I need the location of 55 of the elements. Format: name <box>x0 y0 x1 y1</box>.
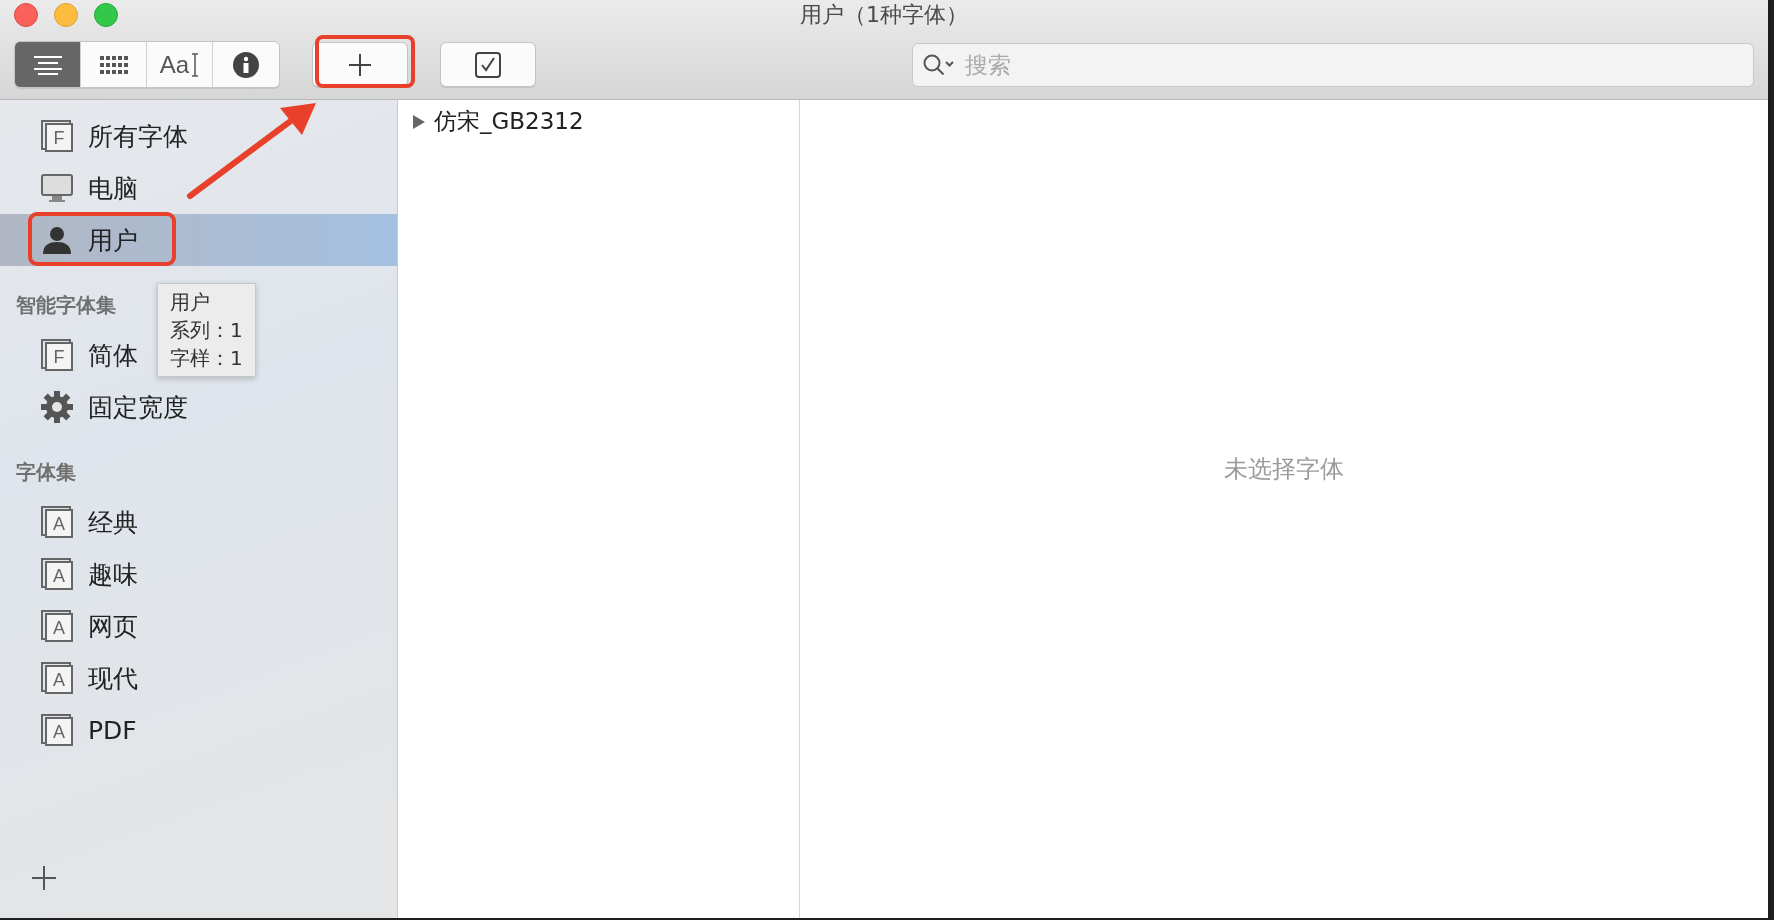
sidebar-item[interactable]: A 网页 <box>0 600 148 652</box>
font-book-icon: F <box>40 119 74 153</box>
checkbox-icon <box>474 50 502 79</box>
search-field[interactable]: 搜索 <box>912 42 1754 87</box>
sidebar-label: 用户 <box>88 224 138 257</box>
sidebar-label: PDF <box>88 715 137 745</box>
gear-icon <box>40 390 74 424</box>
sidebar-label: 所有字体 <box>88 120 188 153</box>
search-icon <box>922 52 956 77</box>
sidebar-label: 趣味 <box>88 558 138 591</box>
sidebar-item[interactable]: A 趣味 <box>0 548 148 600</box>
tooltip-line: 系列：1 <box>170 317 243 344</box>
sidebar-item[interactable]: 电脑 <box>0 162 148 214</box>
sidebar-label: 简体 <box>88 339 138 372</box>
font-collection-icon: A <box>40 713 74 747</box>
sidebar-item[interactable]: A 现代 <box>0 652 148 704</box>
sidebar-label: 经典 <box>88 506 138 539</box>
sidebar-item[interactable]: 固定宽度 <box>0 381 198 433</box>
list-icon <box>33 54 62 75</box>
section-header: 智能字体集 <box>16 292 116 319</box>
close-button[interactable] <box>14 3 38 27</box>
font-family-row[interactable]: 仿宋_GB2312 <box>412 106 785 137</box>
window-title: 用户（1种字体） <box>800 1 968 29</box>
view-button[interactable] <box>213 42 279 87</box>
sidebar-label: 固定宽度 <box>88 391 188 424</box>
sample-label: Aa <box>159 50 190 79</box>
view-button[interactable]: Aa <box>147 42 213 87</box>
font-collection-icon: A <box>40 505 74 539</box>
text-cursor-icon <box>191 52 200 77</box>
plus-icon <box>348 52 372 77</box>
sidebar-item[interactable]: A PDF <box>0 704 147 756</box>
validate-button[interactable] <box>440 42 536 87</box>
sidebar-item[interactable]: F 简体 <box>0 329 148 381</box>
sidebar-item[interactable]: 用户 <box>0 214 397 266</box>
disclosure-triangle-icon[interactable] <box>412 113 426 130</box>
view-button[interactable] <box>81 42 147 87</box>
sidebar-item[interactable]: F 所有字体 <box>0 110 198 162</box>
section-header: 字体集 <box>16 459 76 486</box>
add-collection-button[interactable] <box>30 864 58 892</box>
info-icon <box>232 50 260 79</box>
font-book-icon: F <box>40 338 74 372</box>
grid-icon <box>99 54 128 75</box>
view-button[interactable] <box>15 42 81 87</box>
sidebar-label: 现代 <box>88 662 138 695</box>
tooltip-line: 用户 <box>170 289 211 316</box>
sidebar-item[interactable]: A 经典 <box>0 496 148 548</box>
font-collection-icon: A <box>40 557 74 591</box>
sidebar-label: 电脑 <box>88 172 138 205</box>
monitor-icon <box>40 171 74 205</box>
font-collection-icon: A <box>40 661 74 695</box>
tooltip-line: 字样：1 <box>170 345 243 372</box>
font-family-name: 仿宋_GB2312 <box>434 107 584 136</box>
font-collection-icon: A <box>40 609 74 643</box>
sidebar-label: 网页 <box>88 610 138 643</box>
empty-preview-text: 未选择字体 <box>1224 454 1344 485</box>
